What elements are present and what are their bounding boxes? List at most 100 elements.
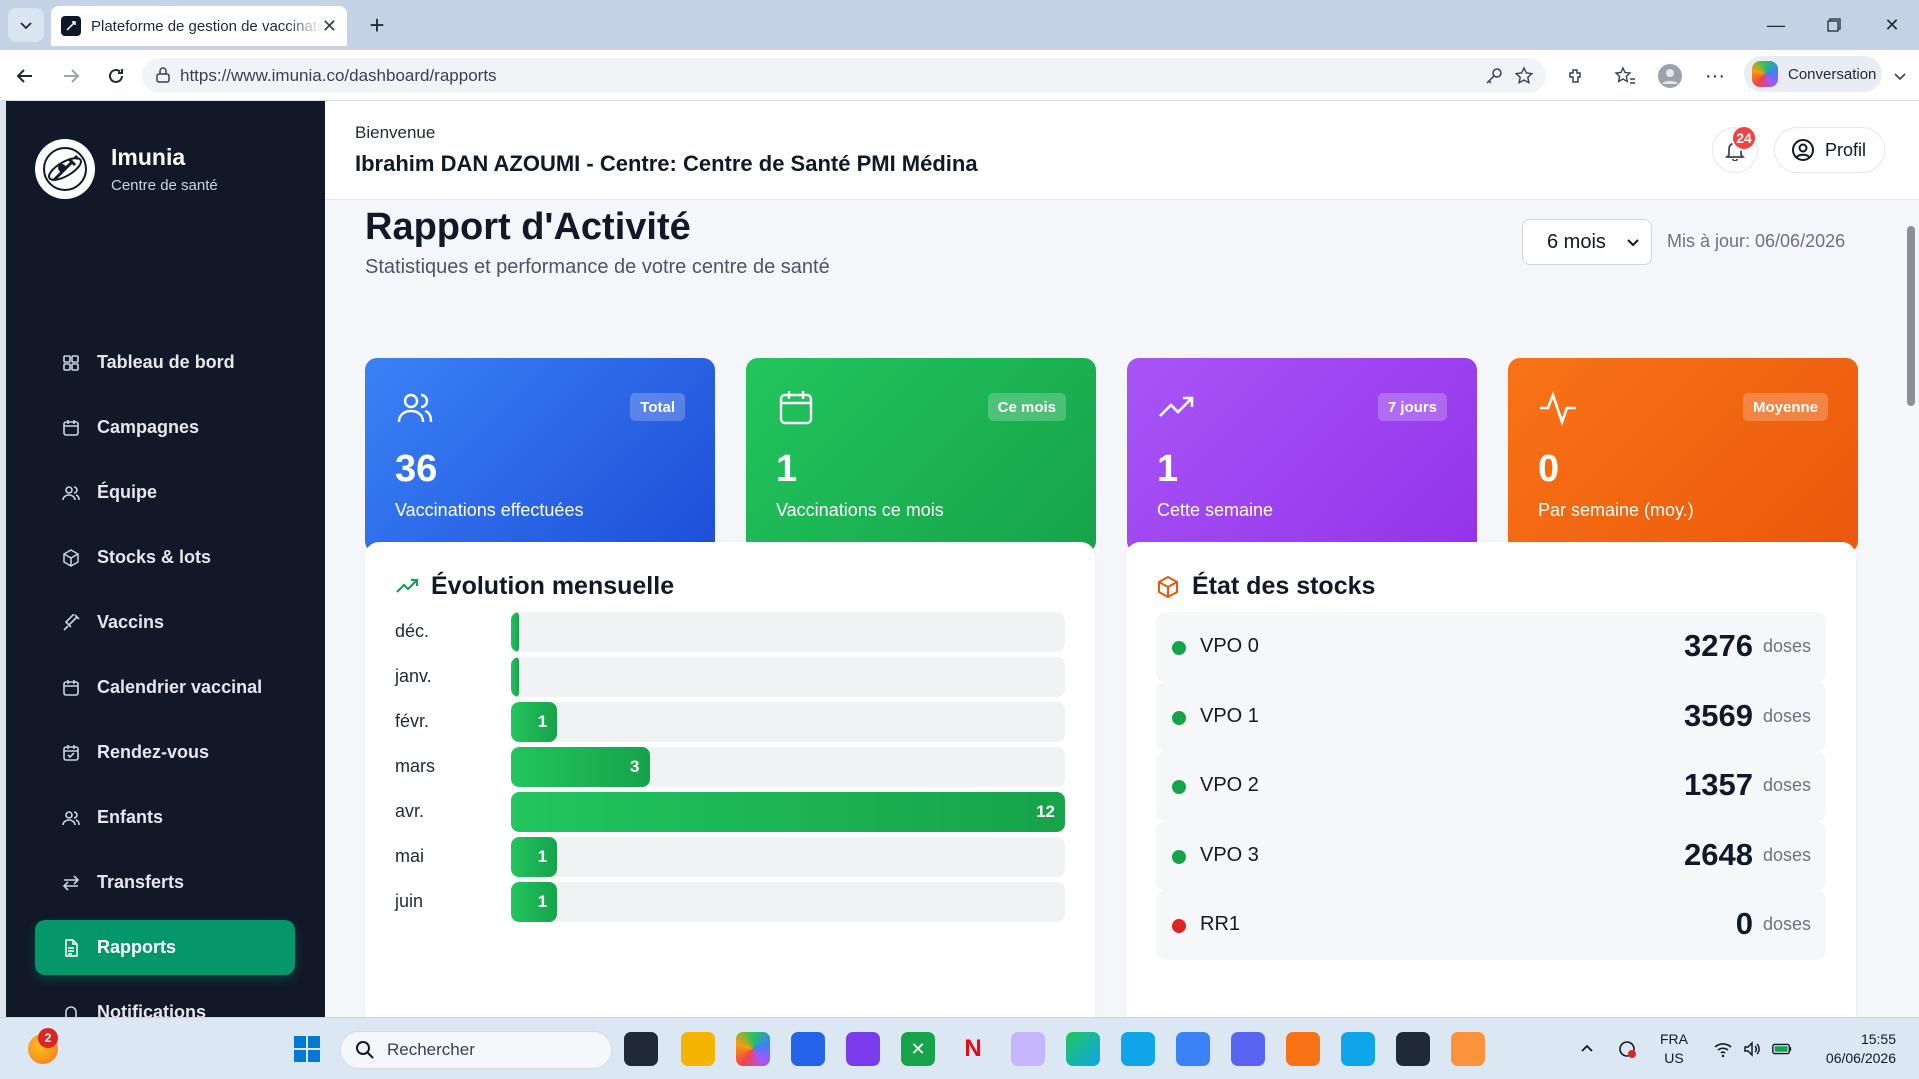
sidebar-item-vaccins[interactable]: Vaccins — [35, 595, 295, 650]
brand: Imunia Centre de santé — [35, 139, 218, 199]
stat-value: 0 — [1538, 448, 1560, 490]
xampp-icon[interactable] — [1451, 1032, 1485, 1066]
copilot-icon[interactable] — [736, 1032, 770, 1066]
bar-fill: 12 — [511, 792, 1065, 832]
bar-row: avr. 12 — [395, 792, 1065, 832]
main-content: Rapport d'Activité Statistiques et perfo… — [325, 200, 1919, 1017]
bar-month-label: avr. — [395, 801, 425, 821]
profile-button[interactable]: Profil — [1774, 127, 1885, 173]
sidebar-item-stocks[interactable]: Stocks & lots — [35, 530, 295, 585]
taskbar-search[interactable]: Rechercher — [340, 1031, 612, 1069]
reload-icon[interactable] — [100, 60, 132, 92]
calendar-icon — [61, 678, 81, 698]
bar-value-label: 1 — [537, 847, 548, 866]
lock-icon[interactable] — [154, 66, 172, 89]
brave-icon[interactable] — [1286, 1032, 1320, 1066]
stat-card-average: Moyenne 0 Par semaine (moy.) — [1508, 358, 1858, 553]
status-dot-icon — [1172, 641, 1186, 655]
volume-icon[interactable] — [1741, 1038, 1763, 1060]
docker-icon[interactable] — [1121, 1032, 1155, 1066]
sidebar-item-campagnes[interactable]: Campagnes — [35, 400, 295, 455]
close-window-icon[interactable]: ✕ — [1872, 10, 1912, 40]
sidebar-item-rendez-vous[interactable]: Rendez-vous — [35, 725, 295, 780]
vscode-icon[interactable] — [1341, 1032, 1375, 1066]
windows-start-icon[interactable] — [290, 1032, 324, 1066]
status-dot-icon — [1172, 850, 1186, 864]
screen: Plateforme de gestion de vaccination ✕ +… — [0, 0, 1919, 1079]
new-tab-button[interactable]: + — [362, 10, 392, 40]
forward-icon[interactable] — [55, 60, 87, 92]
sidebar-item-transferts[interactable]: Transferts — [35, 855, 295, 910]
chevron-up-icon[interactable] — [1576, 1038, 1598, 1060]
sidebar-item-label: Rendez-vous — [97, 742, 210, 762]
sidebar-item-label: Rapports — [97, 937, 177, 957]
sidebar-item-calendrier-vaccinal[interactable]: Calendrier vaccinal — [35, 660, 295, 715]
scrollbar-thumb[interactable] — [1907, 226, 1915, 406]
app-icon[interactable] — [846, 1032, 880, 1066]
notification-count-badge: 24 — [1731, 125, 1757, 151]
browser-tab-bar: Plateforme de gestion de vaccination ✕ +… — [0, 0, 1919, 50]
sidebar-item-enfants[interactable]: Enfants — [35, 790, 295, 845]
url-field[interactable]: https://www.imunia.co/dashboard/rapports — [142, 58, 1546, 93]
bar-month-label: mai — [395, 846, 425, 866]
star-icon[interactable] — [1512, 64, 1536, 88]
avatar-icon[interactable] — [1656, 62, 1684, 90]
stock-row: VPO 0 3276 doses — [1156, 612, 1826, 682]
page-subtitle: Statistiques et performance de votre cen… — [365, 256, 830, 278]
minimize-icon[interactable]: — — [1756, 10, 1796, 40]
file-explorer-icon[interactable] — [681, 1032, 715, 1066]
sidebar-nav: Tableau de bord Campagnes Équipe Stocks … — [35, 335, 295, 1017]
bar-fill: 1 — [511, 882, 558, 922]
search-placeholder: Rechercher — [387, 1040, 475, 1059]
activity-icon — [1540, 391, 1576, 426]
period-select[interactable]: 6 mois — [1522, 219, 1652, 265]
stock-quantity: 0 — [1735, 906, 1753, 941]
copilot-button[interactable]: Conversation — [1744, 56, 1882, 92]
roblox-icon[interactable] — [1176, 1032, 1210, 1066]
stock-unit: doses — [1762, 636, 1811, 656]
language-indicator[interactable]: FRA US — [1660, 1030, 1688, 1068]
store-icon[interactable] — [791, 1032, 825, 1066]
browser-tab-active[interactable]: Plateforme de gestion de vaccination ✕ — [51, 6, 347, 46]
stat-value: 36 — [395, 448, 438, 490]
sidebar-item-label: Calendrier vaccinal — [97, 677, 263, 697]
stock-quantity: 2648 — [1684, 837, 1753, 872]
edge-icon[interactable] — [1066, 1032, 1100, 1066]
page-scrollbar[interactable] — [1902, 200, 1919, 1017]
card-title: Évolution mensuelle — [395, 572, 674, 601]
close-tab-icon[interactable]: ✕ — [322, 16, 337, 37]
extensions-icon[interactable] — [1562, 62, 1590, 90]
more-menu-icon[interactable]: ··· — [1701, 62, 1729, 90]
sidebar-item-rapports[interactable]: Rapports — [35, 920, 295, 975]
weather-badge: 2 — [38, 1028, 58, 1048]
stock-quantity: 3569 — [1684, 698, 1753, 733]
users-icon — [397, 393, 433, 423]
battery-icon[interactable] — [1771, 1038, 1793, 1060]
wifi-icon[interactable] — [1712, 1038, 1734, 1060]
back-icon[interactable] — [9, 60, 41, 92]
netflix-icon[interactable]: N — [956, 1032, 990, 1066]
clock-time: 15:55 — [1860, 1031, 1896, 1047]
tab-list-button[interactable] — [8, 8, 44, 42]
stock-unit: doses — [1762, 914, 1811, 934]
sidebar-item-tableau-de-bord[interactable]: Tableau de bord — [35, 335, 295, 390]
task-view-icon[interactable] — [624, 1032, 658, 1066]
favorites-icon[interactable] — [1611, 62, 1639, 90]
arrows-icon — [61, 873, 81, 893]
game-controller-icon[interactable] — [1011, 1032, 1045, 1066]
terminal-icon[interactable] — [1396, 1032, 1430, 1066]
sidebar-item-notifications[interactable]: Notifications — [35, 985, 295, 1017]
stat-badge: Total — [630, 393, 685, 421]
bar-value-label: 12 — [1036, 802, 1055, 821]
chevron-down-icon[interactable] — [1886, 62, 1914, 90]
sidebar-item-equipe[interactable]: Équipe — [35, 465, 295, 520]
stat-badge: Moyenne — [1742, 393, 1828, 421]
xbox-icon[interactable]: ✕ — [901, 1032, 935, 1066]
brand-name: Imunia — [111, 144, 186, 170]
network-status-icon[interactable] — [1616, 1038, 1638, 1060]
discord-icon[interactable] — [1231, 1032, 1265, 1066]
restore-icon[interactable] — [1814, 10, 1854, 40]
clock[interactable]: 15:55 06/06/2026 — [1810, 1030, 1896, 1068]
bell-icon — [61, 1003, 81, 1017]
key-icon[interactable] — [1482, 64, 1506, 88]
